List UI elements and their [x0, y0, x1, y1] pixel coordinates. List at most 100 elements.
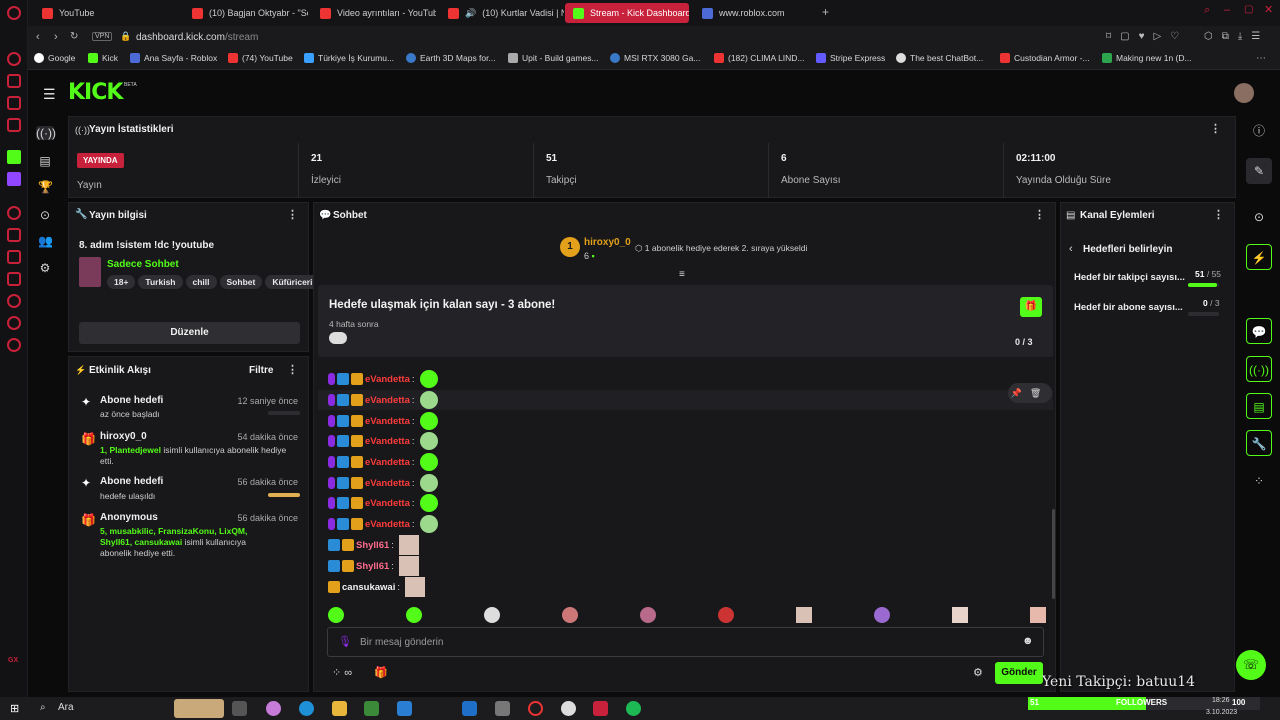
- calculator-icon[interactable]: [495, 701, 510, 716]
- chat-username[interactable]: eVandetta: [365, 478, 410, 489]
- bookmark[interactable]: Custodian Armor -...: [1000, 53, 1090, 63]
- bookmark[interactable]: (182) CLIMA LIND...: [714, 53, 805, 63]
- bookmark[interactable]: Kick: [88, 53, 118, 63]
- menu-icon[interactable]: ☰: [43, 86, 56, 103]
- gift-icon[interactable]: 🎁: [374, 666, 388, 679]
- emote[interactable]: [406, 607, 422, 623]
- info-icon[interactable]: ⓘ: [1246, 118, 1272, 144]
- sidebar-app-icon[interactable]: [7, 74, 21, 88]
- goal-label[interactable]: Hedef bir abone sayısı...: [1074, 302, 1183, 313]
- library-icon[interactable]: ▤: [38, 154, 52, 168]
- back-icon[interactable]: ‹: [36, 31, 40, 43]
- kick-sidebar-icon[interactable]: [7, 150, 21, 164]
- more-icon[interactable]: ⁘: [1246, 468, 1272, 494]
- browser-tab[interactable]: YouTube: [34, 3, 182, 23]
- bookmark[interactable]: Making new 1n (D...: [1102, 53, 1192, 63]
- bookmark[interactable]: Stripe Express: [816, 53, 885, 63]
- app-icon[interactable]: [593, 701, 608, 716]
- chat-message[interactable]: eVandetta:: [328, 494, 438, 512]
- broadcast-icon[interactable]: ((·)): [1246, 356, 1272, 382]
- lightning-icon[interactable]: ⚡: [1246, 244, 1272, 270]
- reload-icon[interactable]: ↻: [70, 31, 78, 42]
- speaker-icon[interactable]: 🔊: [465, 8, 476, 19]
- chat-message[interactable]: Shyll61:: [328, 556, 419, 576]
- edit-button[interactable]: Düzenle: [79, 322, 300, 344]
- opera-gx-icon[interactable]: [528, 701, 543, 716]
- back-icon[interactable]: ‹: [1069, 243, 1073, 255]
- browser-tab[interactable]: www.roblox.com: [694, 3, 818, 23]
- edit-icon[interactable]: ✎: [1246, 158, 1272, 184]
- chat-username[interactable]: Shyll61: [356, 561, 389, 572]
- camera-icon[interactable]: ⊙: [1246, 204, 1272, 230]
- kick-logo[interactable]: KICK: [68, 80, 123, 105]
- list-icon[interactable]: ▤: [1246, 393, 1272, 419]
- store-icon[interactable]: [364, 701, 379, 716]
- emote[interactable]: [874, 607, 890, 623]
- chat-username[interactable]: eVandetta: [365, 498, 410, 509]
- emote[interactable]: [484, 607, 500, 623]
- category-name[interactable]: Sadece Sohbet: [107, 259, 179, 270]
- search-icon[interactable]: ⌕: [1204, 4, 1210, 17]
- channel-actions-menu-icon[interactable]: ⋮: [1213, 208, 1224, 221]
- goal-label[interactable]: Hedef bir takipçi sayısı...: [1074, 272, 1185, 283]
- emote[interactable]: [1030, 607, 1046, 623]
- spotify-icon[interactable]: [626, 701, 641, 716]
- message-actions[interactable]: 📌🗑: [1008, 383, 1052, 403]
- filter-button[interactable]: Filtre: [249, 365, 273, 376]
- send-button[interactable]: Gönder: [995, 662, 1043, 684]
- message-input[interactable]: 🎙 Bir mesaj gönderin ☻: [327, 627, 1044, 657]
- chat-username[interactable]: eVandetta: [365, 457, 410, 468]
- chat-username[interactable]: eVandetta: [365, 519, 410, 530]
- sidebar-app-icon[interactable]: [7, 52, 21, 66]
- activity-menu-icon[interactable]: ⋮: [287, 363, 298, 376]
- forward-icon[interactable]: ›: [54, 31, 58, 43]
- search-icon[interactable]: ⌕: [40, 702, 46, 713]
- bookmark[interactable]: Upit - Build games...: [508, 53, 599, 63]
- twitch-sidebar-icon[interactable]: [7, 172, 21, 186]
- pin-icon[interactable]: 📌: [1011, 388, 1030, 398]
- browser-tab-active[interactable]: Stream - Kick Dashboard: [565, 3, 689, 23]
- avatar[interactable]: [1234, 83, 1254, 103]
- edge-icon[interactable]: [299, 701, 314, 716]
- app-icon[interactable]: [561, 701, 576, 716]
- settings-icon[interactable]: ⚙: [973, 666, 983, 679]
- trash-icon[interactable]: 🗑: [1030, 388, 1049, 398]
- trophy-icon[interactable]: 🏆: [38, 180, 53, 194]
- browser-tab[interactable]: 🔊 (10) Kurtlar Vadisi | Ni: [440, 3, 564, 23]
- maximize-icon[interactable]: ▢: [1244, 4, 1253, 15]
- copilot-icon[interactable]: [266, 701, 281, 716]
- sidebar-app-icon[interactable]: [7, 316, 21, 330]
- chat-message[interactable]: eVandetta:: [328, 412, 438, 430]
- more-bookmarks-icon[interactable]: ⋯: [1256, 53, 1266, 64]
- clock-icon[interactable]: [7, 294, 21, 308]
- chat-message[interactable]: eVandetta:: [328, 474, 438, 492]
- close-icon[interactable]: ✕: [1264, 3, 1273, 16]
- wrench-icon[interactable]: 🔧: [1246, 430, 1272, 456]
- new-tab-icon[interactable]: +: [822, 5, 829, 19]
- stats-menu-icon[interactable]: ⋮: [1210, 122, 1221, 135]
- browser-tab[interactable]: (10) Bagjan Oktyabr - "So: [184, 3, 308, 23]
- chat-username[interactable]: eVandetta: [365, 374, 410, 385]
- explorer-icon[interactable]: [332, 701, 347, 716]
- photos-icon[interactable]: [397, 701, 412, 716]
- emote[interactable]: [718, 607, 734, 623]
- emote[interactable]: [640, 607, 656, 623]
- minimize-icon[interactable]: –: [1224, 4, 1230, 16]
- vpn-badge[interactable]: VPN: [92, 32, 113, 41]
- broadcast-icon[interactable]: ((·)): [36, 126, 56, 140]
- chat-username[interactable]: Shyll61: [356, 540, 389, 551]
- taskbar-search[interactable]: Ara: [58, 702, 74, 713]
- sidebar-app-icon[interactable]: [7, 118, 21, 132]
- chat-message[interactable]: eVandetta:: [328, 453, 438, 471]
- infinity-icon[interactable]: ⁘ ∞: [332, 666, 352, 679]
- chat-username[interactable]: eVandetta: [365, 395, 410, 406]
- bookmark[interactable]: (74) YouTube: [228, 53, 293, 63]
- chat-username[interactable]: eVandetta: [365, 416, 410, 427]
- extensions-icon[interactable]: ⬡⧉⤓☰: [1204, 31, 1269, 42]
- chat-message[interactable]: eVandetta:: [328, 432, 438, 450]
- emote[interactable]: [952, 607, 968, 623]
- heart-icon[interactable]: [7, 250, 21, 264]
- bookmark[interactable]: Ana Sayfa - Roblox: [130, 53, 217, 63]
- bookmark[interactable]: Google: [34, 53, 75, 63]
- pinned-user[interactable]: hiroxy0_0: [584, 237, 631, 248]
